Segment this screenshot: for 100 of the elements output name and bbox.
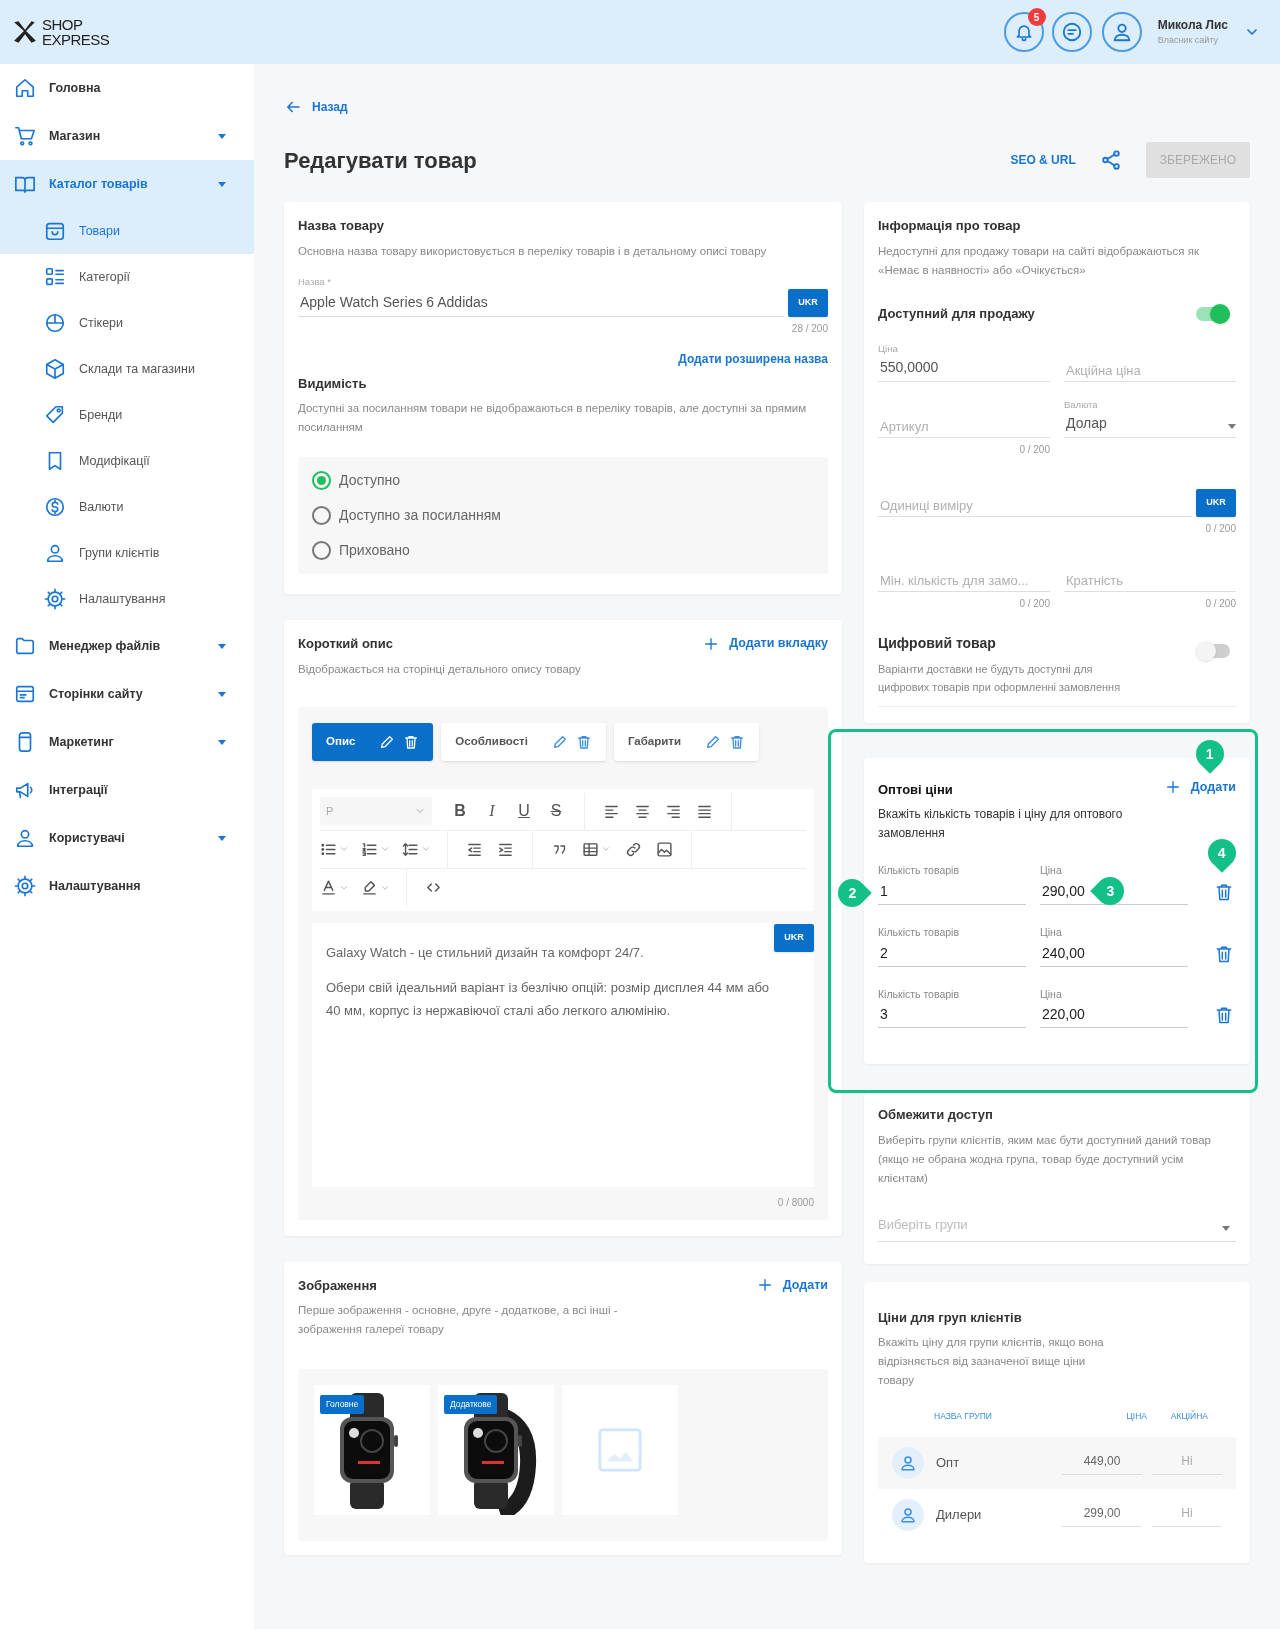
column-header: ЦІНА xyxy=(1125,1410,1148,1423)
character-counter: 28 / 200 xyxy=(791,321,828,336)
chat-button[interactable] xyxy=(1051,12,1092,52)
section-description: Вкажіть ціну для групи клієнтів, якщо вона відрізняється від зазначеної вище ціни товару xyxy=(878,1335,1105,1389)
quantity-field[interactable]: 2 xyxy=(878,940,1026,967)
style-button[interactable]: B xyxy=(450,799,470,824)
style-button[interactable]: I xyxy=(482,799,502,824)
sidebar-label: Головна xyxy=(49,79,102,97)
plus-icon xyxy=(756,1277,773,1294)
editor-tab[interactable]: Опис xyxy=(312,722,434,761)
section-description: Варіанти доставки не будуть доступні для цифрових товарів при оформленні замовлення xyxy=(878,661,1122,695)
field-label: Кількість товарів xyxy=(878,924,960,940)
toggle-switch[interactable] xyxy=(1196,640,1230,661)
language-button[interactable]: UKR xyxy=(788,288,828,317)
image-placeholder-icon xyxy=(597,1427,643,1474)
sidebar-item[interactable]: Налаштування xyxy=(0,862,254,910)
style-button[interactable]: U xyxy=(514,799,534,824)
editor-area[interactable]: UKR Galaxy Watch - це стильний дизайн та комфорт 24/7. Обери свій ідеальний варіант із безлічю опцій: розмір дисплея 44 мм або 40 мм, корпус із нержавіючої сталі або легкого алюмінію. xyxy=(312,922,814,1187)
price-field[interactable]: 299,00 xyxy=(1062,1503,1142,1527)
style-button[interactable]: S xyxy=(546,799,566,824)
field-label: Кількість товарів xyxy=(878,863,960,878)
plus-icon xyxy=(703,635,720,652)
sidebar-subitem[interactable]: Модифікації xyxy=(0,438,254,484)
text-field[interactable]: Apple Watch Series 6 Addidas xyxy=(298,288,784,317)
radio-button[interactable] xyxy=(312,541,331,561)
price-field[interactable]: 240,00 xyxy=(1040,940,1188,967)
select-field[interactable]: Долар xyxy=(1064,411,1236,438)
sidebar-label: Налаштування xyxy=(79,590,166,608)
sidebar-item[interactable]: Інтеграції xyxy=(0,766,254,814)
image-badge: Додаткове xyxy=(444,1395,498,1414)
character-counter: 0 / 200 xyxy=(1019,442,1050,457)
table-cell-text: Дилери xyxy=(936,1506,983,1525)
field-label: Кількість товарів xyxy=(878,986,960,1002)
pie-icon xyxy=(44,312,66,334)
add-image-button[interactable]: Додати xyxy=(756,1275,828,1295)
sidebar-subitem[interactable]: Бренди xyxy=(0,392,254,438)
add-price-button[interactable]: Додати xyxy=(1164,777,1236,797)
sidebar-label: Маркетинг xyxy=(49,733,115,751)
extended-name-link[interactable]: Додати розширена назва xyxy=(678,349,828,368)
chat-icon xyxy=(1060,21,1083,43)
avatar-button[interactable] xyxy=(1101,12,1142,52)
sidebar-item[interactable]: Користувачі xyxy=(0,814,254,862)
notification-badge: 5 xyxy=(1027,8,1046,26)
text-field[interactable]: Артикул xyxy=(878,411,1050,438)
language-button[interactable]: UKR xyxy=(774,923,814,952)
caret-icon xyxy=(1228,423,1236,429)
add-tab-button[interactable]: Додати вкладку xyxy=(703,634,828,653)
text-color-icon xyxy=(320,879,337,897)
sidebar-label: Валюти xyxy=(79,498,124,516)
sidebar-item[interactable]: Магазин xyxy=(0,112,254,160)
highlighter-icon xyxy=(361,879,378,897)
text-field[interactable]: Кратність xyxy=(1064,565,1236,592)
text-field[interactable]: Мін. кількість для замо... xyxy=(878,565,1050,592)
text-field[interactable]: Акційна ціна xyxy=(1064,355,1236,382)
text-field[interactable]: Одиниці виміру xyxy=(878,490,1192,517)
image-icon xyxy=(656,840,673,858)
sidebar-subitem[interactable]: Товари xyxy=(0,208,254,254)
quantity-field[interactable]: 3 xyxy=(878,1002,1026,1029)
user-icon xyxy=(14,827,36,849)
editor-tab[interactable]: Габарити xyxy=(613,722,759,761)
section-title: Короткий опис xyxy=(298,635,394,654)
text-field[interactable]: 550,0000 xyxy=(878,355,1050,382)
radio-button[interactable] xyxy=(312,506,331,526)
section-title: Обмежити доступ xyxy=(878,1106,994,1125)
editor-tab[interactable]: Особливості xyxy=(441,722,606,761)
price-field[interactable]: 220,00 xyxy=(1040,1002,1188,1029)
seo-link[interactable]: SEO & URL xyxy=(1010,151,1076,169)
sidebar-item[interactable]: Каталог товарів xyxy=(0,160,254,208)
toggle-switch[interactable] xyxy=(1196,303,1230,324)
back-link[interactable]: Назад xyxy=(284,98,348,116)
image-badge: Головне xyxy=(320,1395,365,1414)
language-button[interactable]: UKR xyxy=(1196,488,1236,517)
section-description: Відображається на сторінці детального опису товару xyxy=(298,661,581,677)
field-label: Ціна xyxy=(1040,986,1063,1002)
section-title: Ціни для груп клієнтів xyxy=(878,1308,1023,1327)
section-description: Основна назва товару використовується в переліку товарів і в детальному описі товару xyxy=(298,243,767,259)
section-description: Вкажіть кількість товарів і ціну для оптового замовлення xyxy=(878,806,1124,842)
sidebar-label: Магазин xyxy=(49,127,102,145)
field-label: Ціна xyxy=(1040,924,1063,940)
sidebar-item[interactable]: Маркетинг xyxy=(0,718,254,766)
sidebar-subitem[interactable]: Склади та магазини xyxy=(0,346,254,392)
tab-label: Особливості xyxy=(455,734,528,750)
field-label: Ціна xyxy=(1040,863,1063,878)
cart-icon xyxy=(14,125,36,147)
bag-icon xyxy=(44,220,66,242)
sidebar-subitem[interactable]: Валюти xyxy=(0,484,254,530)
character-counter: 0 / 8000 xyxy=(777,1195,814,1210)
share-button[interactable] xyxy=(1099,149,1122,171)
sidebar-subitem[interactable]: Налаштування xyxy=(0,576,254,622)
quantity-field[interactable]: 1 xyxy=(878,878,1026,905)
sidebar-item[interactable]: Сторінки сайту xyxy=(0,670,254,718)
sidebar-subitem[interactable]: Стікери xyxy=(0,300,254,346)
sidebar-subitem[interactable]: Категорії xyxy=(0,254,254,300)
sidebar-label: Товари xyxy=(79,222,120,240)
section-title: Цифровий товар xyxy=(878,633,997,653)
radio-button[interactable] xyxy=(312,471,331,491)
sidebar-item[interactable]: Головна xyxy=(0,64,254,112)
price-field[interactable]: 449,00 xyxy=(1062,1451,1142,1475)
sidebar-subitem[interactable]: Групи клієнтів xyxy=(0,530,254,576)
sidebar-item[interactable]: Менеджер файлів xyxy=(0,622,254,670)
